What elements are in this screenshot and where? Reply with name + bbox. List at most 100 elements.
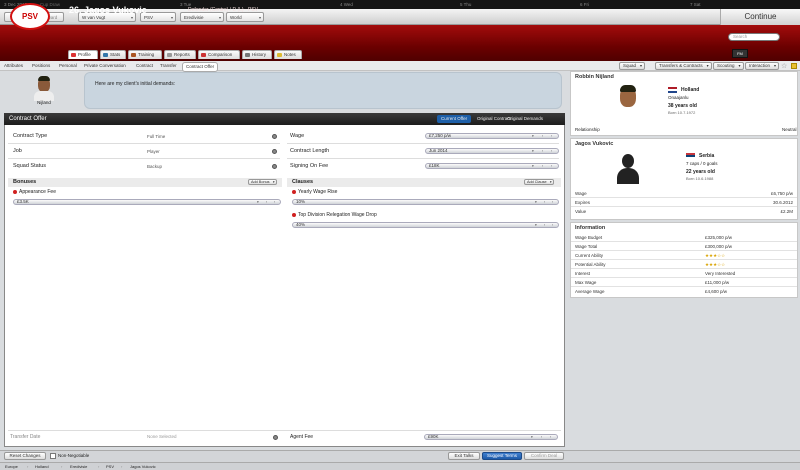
club-crest: PSV <box>10 3 50 30</box>
bottom-action-bar <box>0 450 800 462</box>
edit-icon[interactable] <box>273 435 278 440</box>
signing-fee-label: Signing On Fee <box>290 163 329 169</box>
subnav-personal[interactable]: Personal <box>59 62 77 70</box>
divider <box>287 158 559 159</box>
remove-icon[interactable] <box>292 213 296 217</box>
current-ability-stars: ★★★☆☆ <box>705 253 726 258</box>
player-wage-row: Wage £6,750 p/w <box>571 190 797 198</box>
signing-fee-field[interactable]: £18K ▾ ‹ › <box>425 163 559 169</box>
star-icon[interactable]: ☆ <box>781 62 787 70</box>
tab-original-demands[interactable]: Original Demands <box>503 115 547 123</box>
contract-length-field[interactable]: Jun 2014 ▾ ‹ › <box>425 148 559 154</box>
divider <box>287 143 559 144</box>
information-title: Information <box>575 225 606 231</box>
fm-logo: FM <box>732 49 748 58</box>
agent-card-title: Robbin Nijland <box>575 74 614 80</box>
player-position: Defender (Centre) / D (L) - PSV <box>188 7 259 13</box>
divider <box>8 143 280 144</box>
clause-field[interactable]: 10% ▾ ‹ › <box>292 199 559 205</box>
page-title: 26. Jagos Vukovic <box>69 5 147 15</box>
remove-icon[interactable] <box>292 190 296 194</box>
info-row: Wage Budget £325,000 p/w <box>571 234 797 242</box>
confirm-deal-button[interactable]: Confirm Deal <box>524 452 564 460</box>
info-row: Interest Very Interested <box>571 270 797 278</box>
nation-dropdown[interactable]: World <box>226 12 264 22</box>
agent-name: Nijland <box>37 100 51 105</box>
player-born: Born 10.6.1988 <box>686 176 714 181</box>
edit-icon[interactable] <box>272 134 277 139</box>
clause-field[interactable]: 40% ▾ ‹ › <box>292 222 559 228</box>
subnav-contract-offer[interactable]: Contract Offer <box>182 62 219 72</box>
comparison-icon <box>201 53 206 57</box>
exit-talks-button[interactable]: Exit Talks <box>448 452 480 460</box>
notes-icon <box>277 53 282 57</box>
agent-born: Born 10.7.1972 <box>668 110 696 115</box>
agent-role: Onaajanlu <box>668 95 689 100</box>
squad-status-value: Backup <box>147 164 163 169</box>
agent-age: 38 years old <box>668 103 697 109</box>
player-nation: Serbia <box>699 153 715 159</box>
breadcrumb-item[interactable]: PSV <box>106 463 114 470</box>
subnav-positions[interactable]: Positions <box>32 62 50 70</box>
breadcrumb-item[interactable]: Holland <box>35 463 49 470</box>
squad-menu[interactable]: Squad <box>619 62 646 70</box>
info-row: Current Ability ★★★☆☆ <box>571 252 797 260</box>
add-clause-button[interactable]: Add Clause <box>524 179 554 185</box>
contract-type-value: Full Time <box>147 134 166 139</box>
holland-flag-icon <box>668 87 677 93</box>
division-dropdown[interactable]: Eredivisie <box>180 12 224 22</box>
clause-label: Top Division Relegation Wage Drop <box>298 212 377 218</box>
player-age: 22 years old <box>686 169 715 175</box>
subnav-transfer[interactable]: Transfer <box>160 62 177 70</box>
agent-fee-field[interactable]: £90K ▾ ‹ › <box>424 434 558 440</box>
subnav-contract[interactable]: Contract <box>136 62 153 70</box>
edit-icon[interactable] <box>272 164 277 169</box>
transfer-date-label: Transfer Date <box>10 434 41 440</box>
breadcrumb: Europe › Holland › Eredivisie › PSV › Ja… <box>0 462 800 470</box>
search-input[interactable]: Search <box>728 33 780 41</box>
tab-comparison[interactable]: Comparison <box>198 50 240 59</box>
bookmark-icon[interactable] <box>791 63 797 69</box>
breadcrumb-item[interactable]: Jagos Vukovic <box>130 463 156 470</box>
wage-field[interactable]: £7,250 p/w ▾ ‹ › <box>425 133 559 139</box>
wage-label: Wage <box>290 133 305 139</box>
continue-button[interactable]: Continue <box>720 9 800 25</box>
remove-icon[interactable] <box>13 190 17 194</box>
subnav-attributes[interactable]: Attributes <box>4 62 23 70</box>
add-bonus-button[interactable]: Add Bonus <box>248 179 277 185</box>
breadcrumb-item[interactable]: Eredivisie <box>70 463 87 470</box>
calendar-day: 4 Wed <box>340 2 353 7</box>
info-row: Potential Ability ★★★☆☆ <box>571 261 797 269</box>
stats-icon <box>103 53 108 57</box>
tab-training[interactable]: Training <box>128 50 162 59</box>
non-negotiable-checkbox[interactable] <box>50 453 56 459</box>
info-row: Max Wage £11,000 p/w <box>571 279 797 287</box>
tab-current-offer[interactable]: Current Offer <box>437 115 472 123</box>
subnav-private-conversation[interactable]: Private Conversation <box>84 62 126 70</box>
edit-icon[interactable] <box>272 149 277 154</box>
tab-reports[interactable]: Reports <box>164 50 196 59</box>
divider <box>8 158 280 159</box>
calendar-day: 5 Thu <box>460 2 472 7</box>
relationship-label: Relationship <box>575 127 600 132</box>
tab-notes[interactable]: Notes <box>274 50 302 59</box>
reset-changes-button[interactable]: Reset Changes <box>4 452 46 460</box>
potential-ability-stars: ★★★☆☆ <box>705 262 726 267</box>
transfers-contracts-menu[interactable]: Transfers & Contracts <box>655 62 712 70</box>
clause-label: Yearly Wage Rise <box>298 189 338 195</box>
breadcrumb-item[interactable]: Europe <box>5 463 18 470</box>
player-silhouette <box>617 152 639 184</box>
agent-message: Here are my client's initial demands: <box>84 72 562 109</box>
tab-profile[interactable]: Profile <box>68 50 98 59</box>
interaction-menu[interactable]: Interaction <box>745 62 780 70</box>
suggest-terms-button[interactable]: Suggest Terms <box>482 452 522 460</box>
bonus-field[interactable]: £3.5K ▾ ‹ › <box>13 199 281 205</box>
tab-history[interactable]: History <box>242 50 272 59</box>
history-icon <box>245 53 250 57</box>
tab-stats[interactable]: Stats <box>100 50 126 59</box>
agent-hair <box>38 76 50 81</box>
scouting-menu[interactable]: Scouting <box>713 62 744 70</box>
divider <box>8 430 561 431</box>
info-row: Wage Total £300,000 p/w <box>571 243 797 251</box>
player-expires-row: Expires 30.6.2012 <box>571 199 797 207</box>
